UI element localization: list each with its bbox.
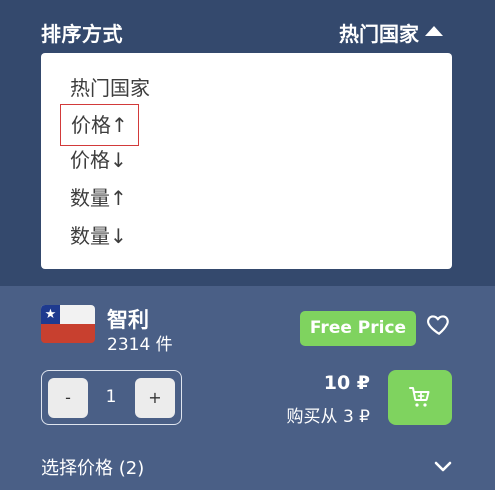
quantity-value[interactable]: 1 [92,371,130,424]
sort-option-quantity-asc[interactable]: 数量↑ [70,183,127,213]
price: 10 ₽ [323,372,370,394]
decrease-button[interactable]: - [48,378,88,418]
sort-option-price-desc[interactable]: 价格↓ [70,145,127,175]
item-count: 2314 件 [107,335,173,355]
sort-option-quantity-desc[interactable]: 数量↓ [70,221,127,251]
free-price-badge[interactable]: Free Price [300,311,416,346]
choose-price-toggle[interactable]: 选择价格 (2) [41,454,144,480]
chile-flag-icon: ★ [41,305,95,343]
sort-dropdown-menu: 热门国家 价格↑ 价格↓ 数量↑ 数量↓ [41,53,452,269]
chevron-down-icon[interactable] [433,459,453,473]
sort-option-price-asc[interactable]: 价格↑ [60,104,139,146]
sort-label: 排序方式 [41,22,123,46]
sort-option-popular[interactable]: 热门国家 [70,73,150,103]
cart-icon [409,387,430,407]
heart-icon[interactable] [426,311,452,337]
increase-button[interactable]: + [135,378,175,418]
add-to-cart-button[interactable] [388,370,452,425]
quantity-stepper: - 1 + [41,370,182,425]
buy-from-price: 购买从 3 ₽ [286,407,370,427]
caret-up-icon[interactable] [425,26,443,36]
sort-current-selector[interactable]: 热门国家 [339,18,419,47]
